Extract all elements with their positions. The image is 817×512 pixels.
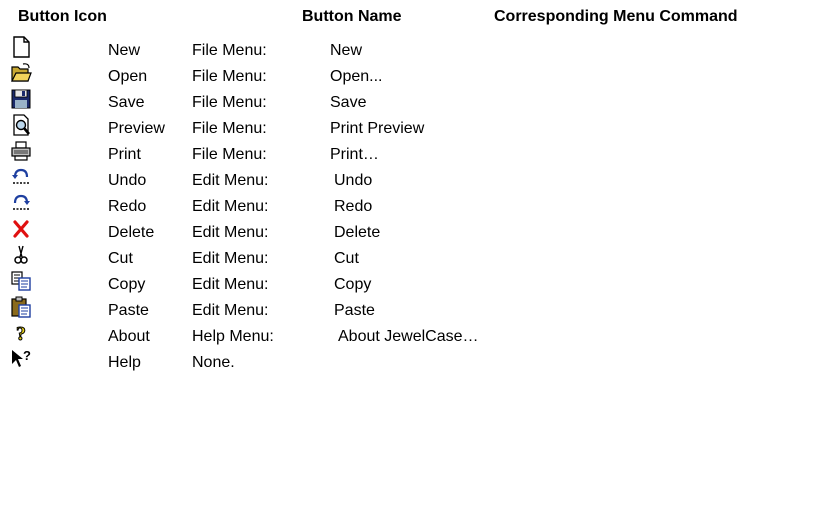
table-row: ? Help None. <box>0 348 817 374</box>
menu-command: Print Preview <box>330 120 425 137</box>
question-mark-icon: ? <box>10 322 32 345</box>
menu-command: Redo <box>334 198 373 215</box>
table-row: Open File Menu: Open... <box>0 62 817 88</box>
menu-label: Edit Menu: <box>192 224 269 241</box>
menu-label: File Menu: <box>192 120 267 137</box>
table-row: Preview File Menu: Print Preview <box>0 114 817 140</box>
print-preview-icon <box>10 114 32 136</box>
table-row: Paste Edit Menu: Paste <box>0 296 817 322</box>
menu-label: Edit Menu: <box>192 198 269 215</box>
menu-label: Edit Menu: <box>192 302 269 319</box>
menu-command: Paste <box>334 302 375 319</box>
table-row: Delete Edit Menu: Delete <box>0 218 817 244</box>
menu-command: New <box>330 42 363 59</box>
paste-clipboard-icon <box>10 296 32 318</box>
menu-label: Edit Menu: <box>192 250 269 267</box>
table-row: Save File Menu: Save <box>0 88 817 114</box>
table-row: Cut Edit Menu: Cut <box>0 244 817 270</box>
menu-command: Save <box>330 94 367 111</box>
table-row: Redo Edit Menu: Redo <box>0 192 817 218</box>
header-button-name: Button Name <box>302 8 402 25</box>
context-help-icon: ? <box>10 348 32 370</box>
menu-command: Print… <box>330 146 379 163</box>
table-row: New File Menu: New <box>0 36 817 62</box>
menu-command: Open... <box>330 68 383 85</box>
button-name: Copy <box>108 276 146 293</box>
header-menu-command: Corresponding Menu Command <box>494 8 738 25</box>
redo-icon <box>10 192 32 214</box>
menu-label: File Menu: <box>192 68 267 85</box>
menu-command: Copy <box>334 276 372 293</box>
menu-label: File Menu: <box>192 42 267 59</box>
button-name: Help <box>108 354 141 371</box>
table-row: Undo Edit Menu: Undo <box>0 166 817 192</box>
button-name: Redo <box>108 198 147 215</box>
button-name: Preview <box>108 120 165 137</box>
copy-icon <box>10 270 32 292</box>
button-name: Undo <box>108 172 147 189</box>
menu-command: Cut <box>334 250 359 267</box>
menu-command: Undo <box>334 172 373 189</box>
button-name: Paste <box>108 302 149 319</box>
header-button-icon: Button Icon <box>18 8 107 25</box>
save-disk-icon <box>10 88 32 110</box>
menu-command: About JewelCase… <box>338 328 479 345</box>
button-name: Open <box>108 68 148 85</box>
undo-icon <box>10 166 32 188</box>
delete-x-icon <box>10 218 32 240</box>
printer-icon <box>10 140 32 162</box>
open-folder-icon <box>10 62 32 84</box>
table-row: Print File Menu: Print… <box>0 140 817 166</box>
button-name: About <box>108 328 150 345</box>
scissors-icon <box>10 244 32 266</box>
button-name: Save <box>108 94 145 111</box>
button-name: Cut <box>108 250 133 267</box>
svg-text:?: ? <box>16 323 26 344</box>
menu-label: File Menu: <box>192 146 267 163</box>
menu-label: Help Menu: <box>192 328 274 345</box>
menu-label: None. <box>192 354 235 371</box>
table-row: ? About Help Menu: About JewelCase… <box>0 322 817 348</box>
button-name: New <box>108 42 141 59</box>
button-name: Delete <box>108 224 155 241</box>
new-document-icon <box>10 36 32 58</box>
menu-label: Edit Menu: <box>192 276 269 293</box>
button-name: Print <box>108 146 141 163</box>
svg-text:?: ? <box>23 348 31 363</box>
menu-label: Edit Menu: <box>192 172 269 189</box>
menu-label: File Menu: <box>192 94 267 111</box>
table-row: Copy Edit Menu: Copy <box>0 270 817 296</box>
menu-command: Delete <box>334 224 381 241</box>
